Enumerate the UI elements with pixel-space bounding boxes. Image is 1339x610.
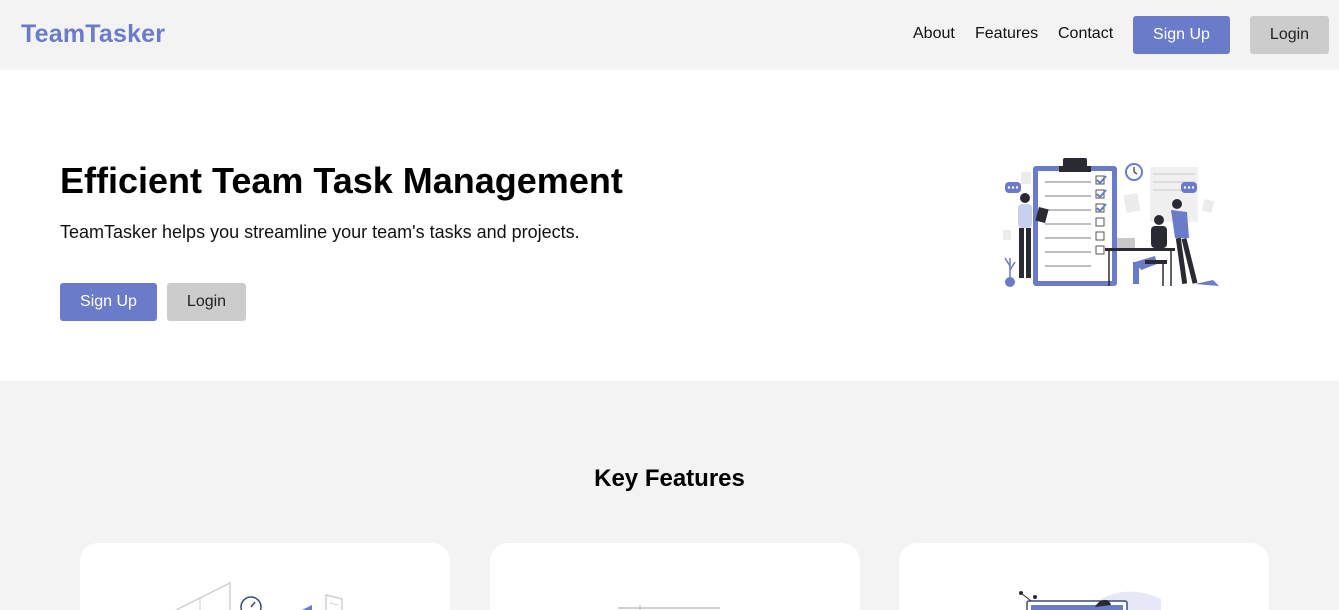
header-login-button[interactable]: Login bbox=[1250, 16, 1329, 54]
hero-section: Efficient Team Task Management TeamTaske… bbox=[0, 70, 1339, 381]
hero-login-button[interactable]: Login bbox=[167, 283, 246, 321]
dashboard-illustration-icon bbox=[618, 605, 720, 610]
logo[interactable]: TeamTasker bbox=[21, 20, 165, 49]
header-signup-button[interactable]: Sign Up bbox=[1133, 16, 1230, 54]
feature-card-1 bbox=[80, 543, 450, 610]
hero-title: Efficient Team Task Management bbox=[60, 160, 623, 201]
nav-link-features[interactable]: Features bbox=[975, 25, 1038, 43]
workspace-illustration-icon bbox=[175, 581, 343, 610]
hero-subtitle: TeamTasker helps you streamline your tea… bbox=[60, 222, 580, 242]
nav-link-contact[interactable]: Contact bbox=[1058, 25, 1113, 43]
team-task-clipboard-illustration bbox=[1003, 158, 1219, 287]
hero-signup-button[interactable]: Sign Up bbox=[60, 283, 157, 321]
feature-card-2 bbox=[490, 543, 860, 610]
features-title: Key Features bbox=[594, 465, 745, 492]
feature-card-3 bbox=[899, 543, 1269, 610]
features-section: Key Features bbox=[0, 381, 1339, 610]
analytics-illustration-icon bbox=[1019, 591, 1161, 610]
top-navbar: TeamTasker About Features Contact Sign U… bbox=[0, 0, 1339, 70]
nav-link-about[interactable]: About bbox=[913, 25, 955, 43]
